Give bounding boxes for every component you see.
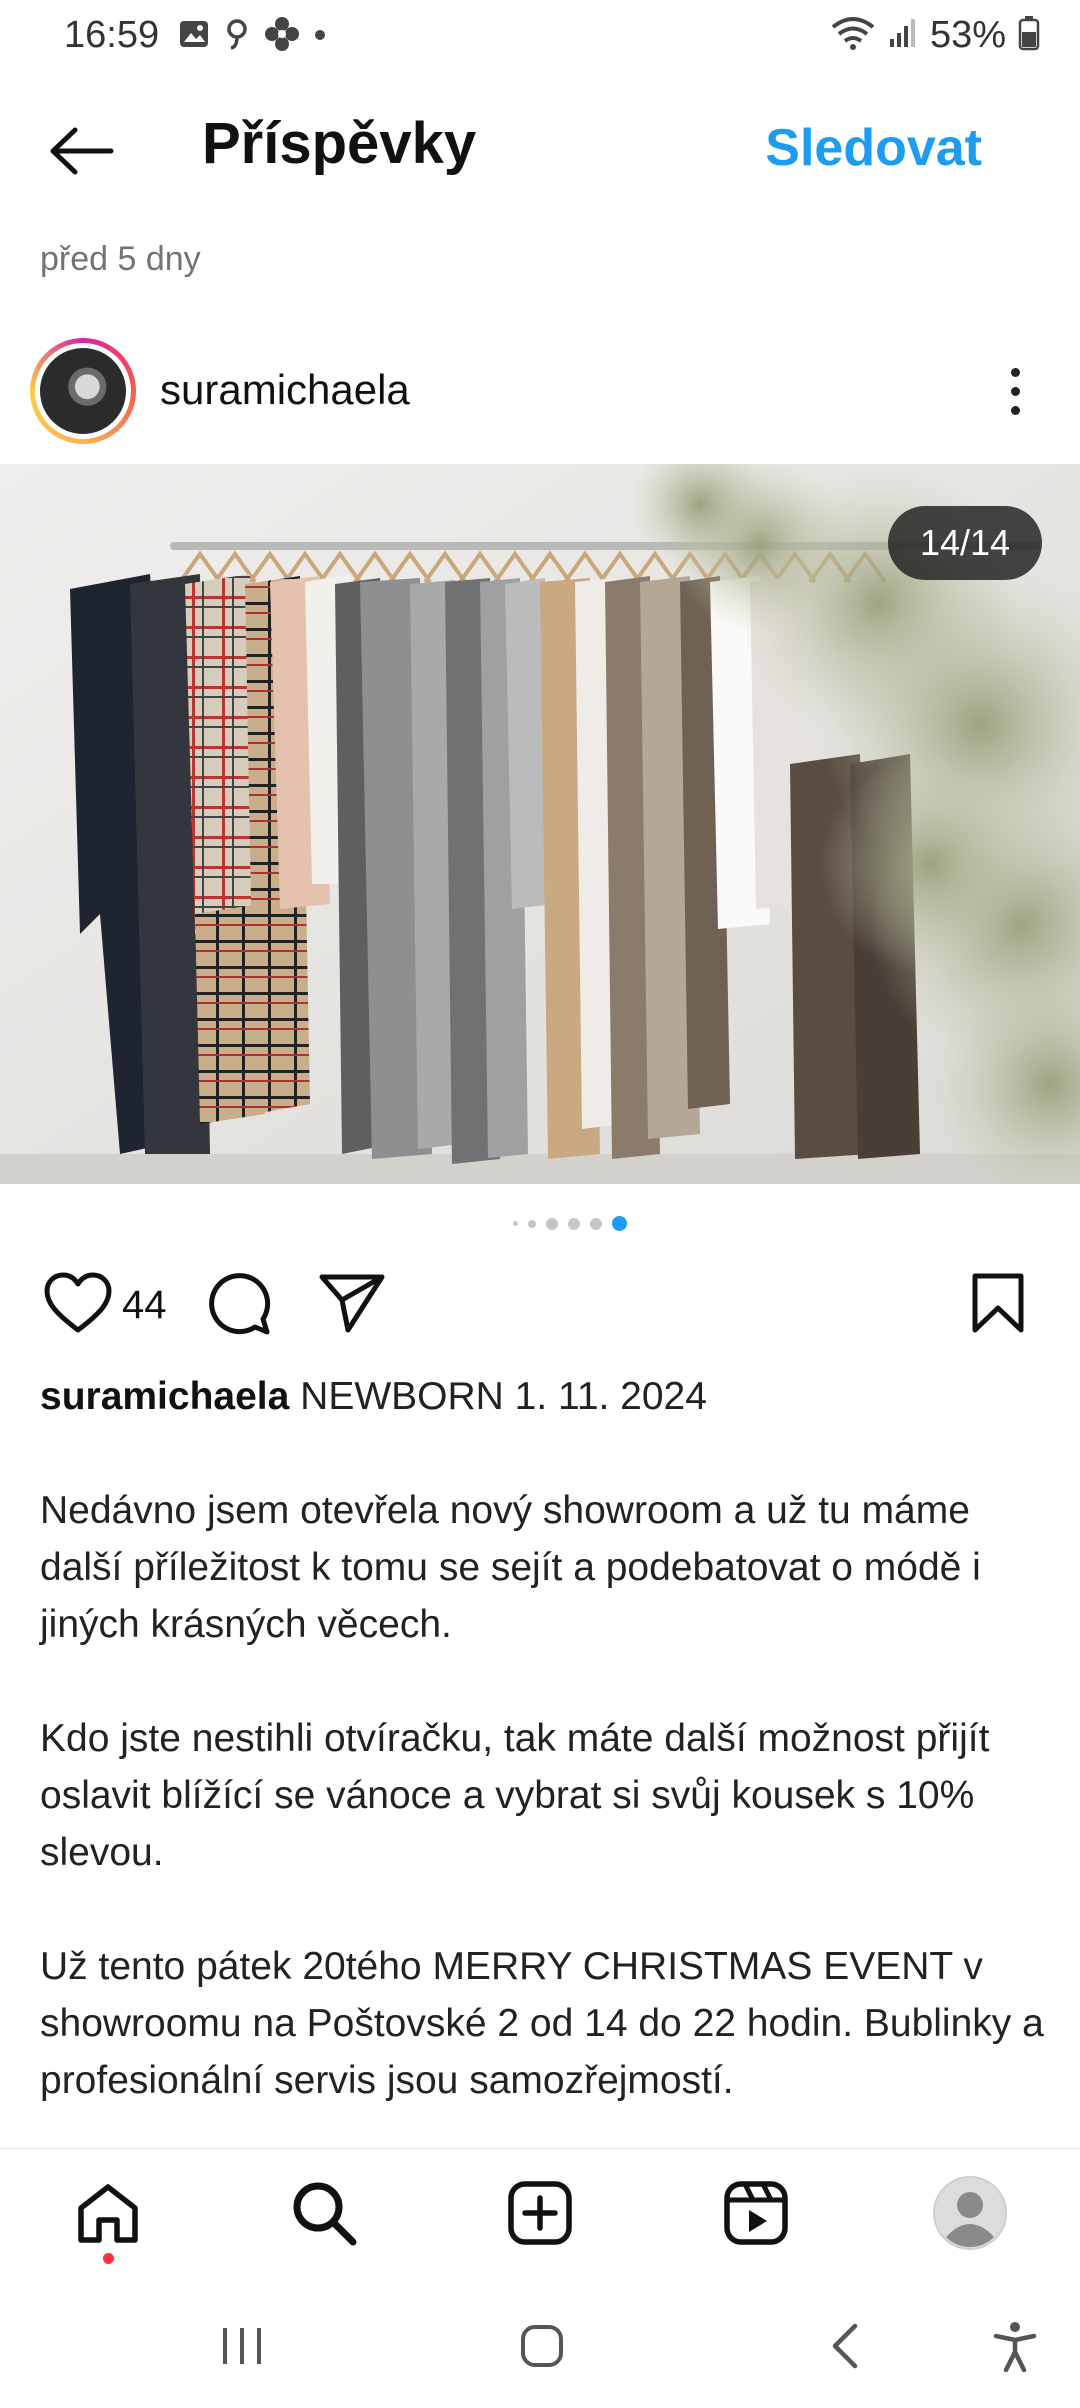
back-icon <box>825 2321 865 2376</box>
post-time-ago: před 5 dny <box>40 240 201 278</box>
share-button[interactable] <box>318 1272 386 1339</box>
nav-search[interactable] <box>286 2177 362 2253</box>
caption-headline: suramichaela NEWBORN 1. 11. 2024 <box>40 1368 1050 1425</box>
save-button[interactable] <box>970 1272 1026 1339</box>
battery-percentage: 53% <box>929 14 1006 56</box>
recents-icon <box>217 2324 267 2373</box>
recents-button[interactable] <box>207 2318 277 2378</box>
heart-icon <box>44 1272 112 1339</box>
caption-username[interactable]: suramichaela <box>40 1375 289 1418</box>
more-dot <box>1010 367 1020 377</box>
dot-icon <box>314 28 326 46</box>
profile-icon <box>932 2175 1008 2256</box>
author-avatar[interactable] <box>30 338 136 444</box>
gallery-icon <box>178 19 210 54</box>
carousel-dot <box>528 1219 536 1228</box>
post-author-row: suramichaela <box>0 330 1080 450</box>
caption-paragraph: Nedávno jsem otevřela nový showroom a už… <box>40 1489 981 1646</box>
comment-button[interactable] <box>206 1272 272 1341</box>
carousel-dot <box>568 1217 580 1230</box>
image-counter: 14/14 <box>888 506 1042 580</box>
nav-profile[interactable] <box>932 2175 1008 2256</box>
carousel-dot <box>546 1217 558 1230</box>
post-actions: 44 <box>0 1262 1080 1352</box>
back-button[interactable] <box>40 118 120 188</box>
author-username[interactable]: suramichaela <box>160 366 410 414</box>
send-icon <box>318 1272 386 1339</box>
bottom-navigation <box>0 2148 1080 2278</box>
accessibility-icon <box>992 2320 1038 2377</box>
flower-icon <box>264 16 300 57</box>
more-dot <box>1010 405 1020 415</box>
nav-reels[interactable] <box>718 2177 794 2253</box>
back-system-button[interactable] <box>810 2318 880 2378</box>
caption-headline-text: NEWBORN 1. 11. 2024 <box>300 1375 707 1418</box>
more-options-button[interactable] <box>990 356 1040 426</box>
carousel-dot <box>590 1217 602 1230</box>
signal-icon <box>888 17 918 54</box>
create-icon <box>507 2180 573 2251</box>
arrow-left-icon <box>45 126 115 181</box>
more-dot <box>1010 386 1020 396</box>
search-icon <box>291 2180 357 2251</box>
like-button[interactable]: 44 <box>44 1272 167 1339</box>
battery-icon <box>1018 15 1040 56</box>
header: Příspěvky Sledovat <box>0 80 1080 210</box>
status-bar: 16:59 53% <box>0 0 1080 72</box>
comment-icon <box>206 1272 272 1341</box>
reels-icon <box>723 2180 789 2251</box>
system-navigation <box>0 2278 1080 2408</box>
follow-button[interactable]: Sledovat <box>765 118 982 178</box>
avatar-photo <box>40 348 126 434</box>
system-status: 53% <box>830 14 1040 57</box>
notification-dot <box>103 2253 114 2264</box>
status-time: 16:59 <box>64 14 160 56</box>
nav-home[interactable] <box>70 2177 146 2253</box>
home-icon <box>75 2182 141 2249</box>
carousel-dot <box>513 1221 518 1226</box>
post-image[interactable]: 14/14 <box>0 464 1080 1184</box>
notification-icons <box>178 16 326 57</box>
carousel-dot-active <box>612 1216 627 1231</box>
home-system-button[interactable] <box>507 2318 577 2378</box>
accessibility-button[interactable] <box>980 2318 1050 2378</box>
caption-paragraph: Kdo jste nestihli otvíračku, tak máte da… <box>40 1717 990 1874</box>
post-caption: suramichaela NEWBORN 1. 11. 2024 Nedávno… <box>40 1368 1050 2166</box>
nav-create[interactable] <box>502 2177 578 2253</box>
bookmark-icon <box>970 1272 1026 1339</box>
wifi-icon <box>830 15 876 56</box>
likes-count[interactable]: 44 <box>122 1283 167 1328</box>
caption-paragraph: Už tento pátek 20tého MERRY CHRISTMAS EV… <box>40 1945 1044 2102</box>
carousel-indicator <box>0 1216 1080 1231</box>
home-button-icon <box>518 2322 566 2375</box>
page-title: Příspěvky <box>202 111 477 176</box>
threads-icon <box>224 17 250 56</box>
